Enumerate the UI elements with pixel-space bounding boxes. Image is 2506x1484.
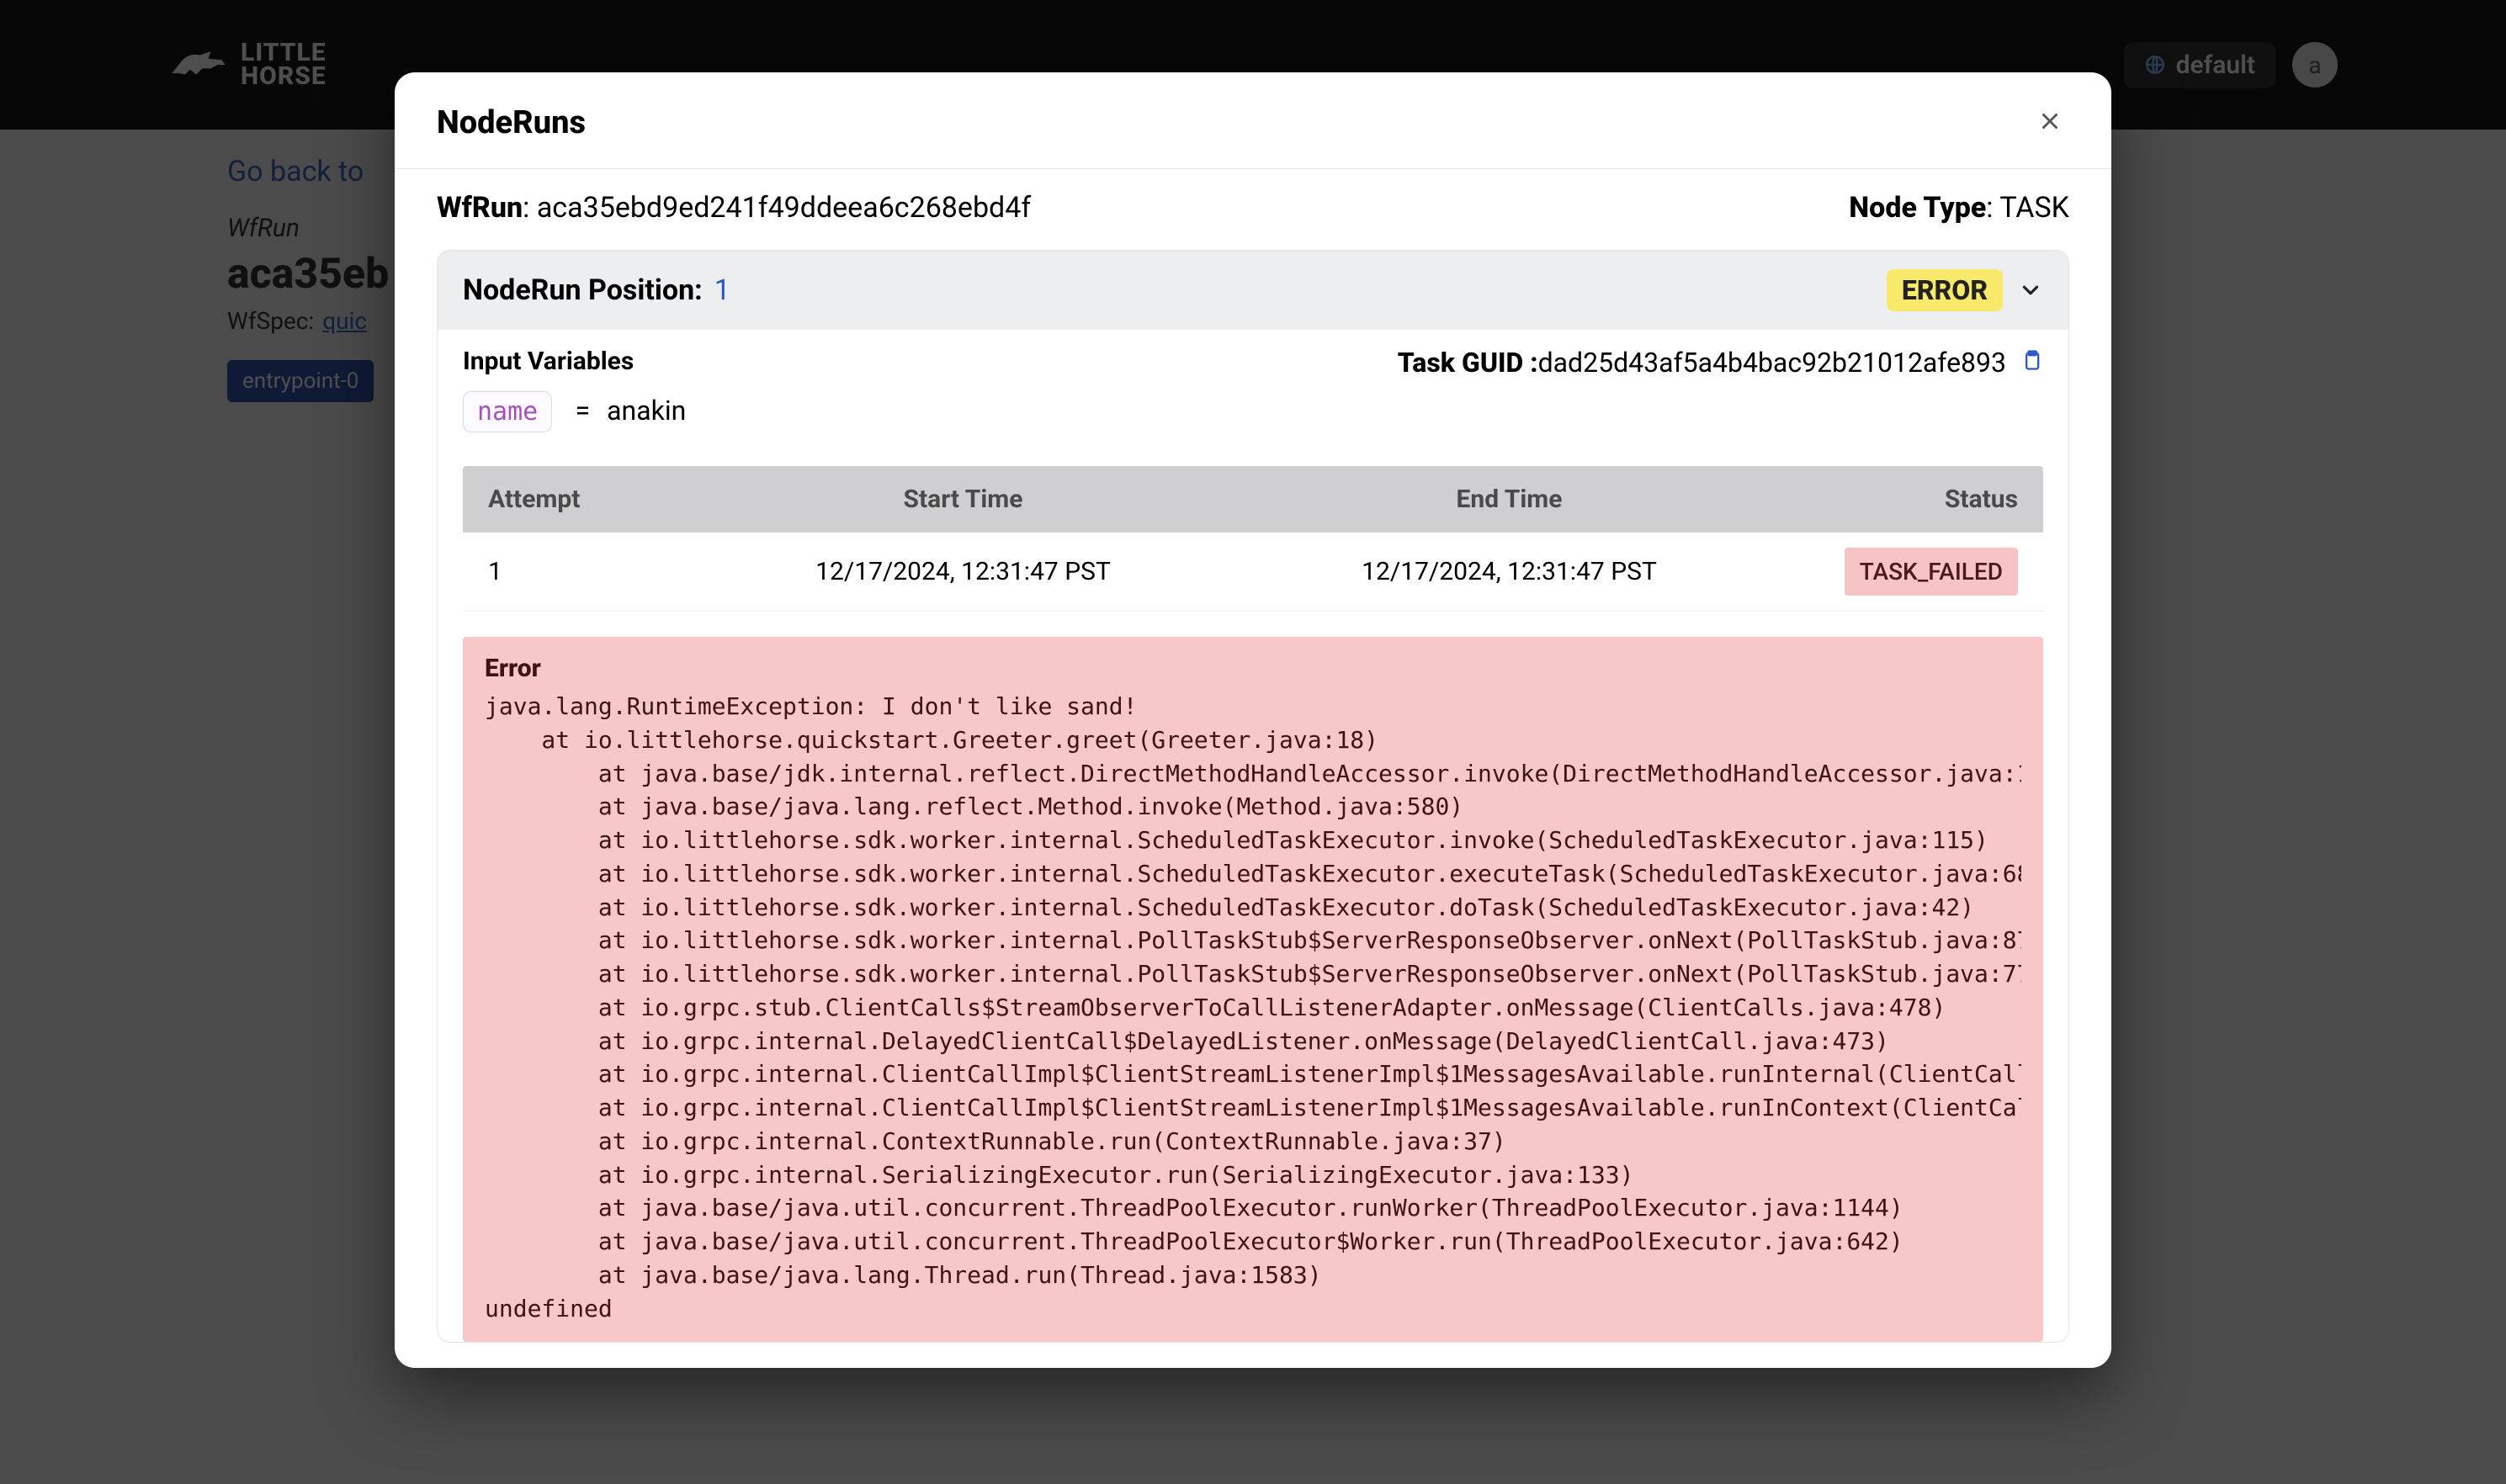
- copy-guid-button[interactable]: [2020, 347, 2043, 379]
- modal-title: NodeRuns: [437, 104, 586, 141]
- close-icon: [2039, 110, 2061, 132]
- wfrun-meta-value: aca35ebd9ed241f49ddeea6c268ebd4f: [537, 191, 1031, 225]
- error-block: Error java.lang.RuntimeException: I don'…: [463, 637, 2043, 1342]
- attempt-row[interactable]: 1 12/17/2024, 12:31:47 PST 12/17/2024, 1…: [463, 533, 2043, 612]
- noderun-card: NodeRun Position: 1 ERROR Input Variable…: [437, 250, 2069, 1343]
- attempt-number: 1: [488, 557, 690, 586]
- attempts-table: Attempt Start Time End Time Status 1 12/…: [463, 466, 2043, 612]
- wfrun-meta-label: WfRun: [437, 191, 523, 225]
- modal-body: WfRun: aca35ebd9ed241f49ddeea6c268ebd4f …: [395, 169, 2111, 1368]
- col-status: Status: [1782, 485, 2018, 514]
- modal-header: NodeRuns: [395, 72, 2111, 169]
- clipboard-icon: [2020, 348, 2043, 372]
- input-var-row: name = anakin: [463, 391, 686, 432]
- col-attempt: Attempt: [488, 485, 690, 514]
- input-vars-heading: Input Variables: [463, 347, 686, 376]
- noderun-header[interactable]: NodeRun Position: 1 ERROR: [438, 251, 2068, 330]
- noderuns-modal: NodeRuns WfRun: aca35ebd9ed241f49ddeea6c…: [395, 72, 2111, 1368]
- noderun-position-link[interactable]: 1: [714, 273, 730, 307]
- col-start: Start Time: [690, 485, 1236, 514]
- chevron-down-icon: [2018, 278, 2043, 303]
- noderun-status-chip: ERROR: [1887, 269, 2003, 311]
- noderun-position-label: NodeRun Position:: [463, 273, 703, 307]
- meta-row: WfRun: aca35ebd9ed241f49ddeea6c268ebd4f …: [437, 191, 2069, 225]
- attempt-start: 12/17/2024, 12:31:47 PST: [690, 557, 1236, 586]
- task-guid-value: dad25d43af5a4b4bac92b21012afe893: [1538, 347, 2006, 379]
- close-button[interactable]: [2031, 101, 2069, 145]
- nodetype-label: Node Type: [1849, 191, 1986, 225]
- attempt-status-chip: TASK_FAILED: [1845, 548, 2018, 596]
- error-trace[interactable]: java.lang.RuntimeException: I don't like…: [485, 690, 2021, 1325]
- input-var-name: name: [463, 391, 552, 432]
- attempts-header-row: Attempt Start Time End Time Status: [463, 466, 2043, 533]
- input-var-value: anakin: [607, 395, 686, 427]
- input-var-equals: =: [569, 395, 597, 427]
- attempt-end: 12/17/2024, 12:31:47 PST: [1236, 557, 1782, 586]
- error-heading: Error: [485, 654, 2021, 683]
- nodetype-value: TASK: [1999, 191, 2069, 225]
- task-guid-label: Task GUID :: [1398, 347, 1538, 379]
- collapse-toggle[interactable]: [2018, 278, 2043, 303]
- col-end: End Time: [1236, 485, 1782, 514]
